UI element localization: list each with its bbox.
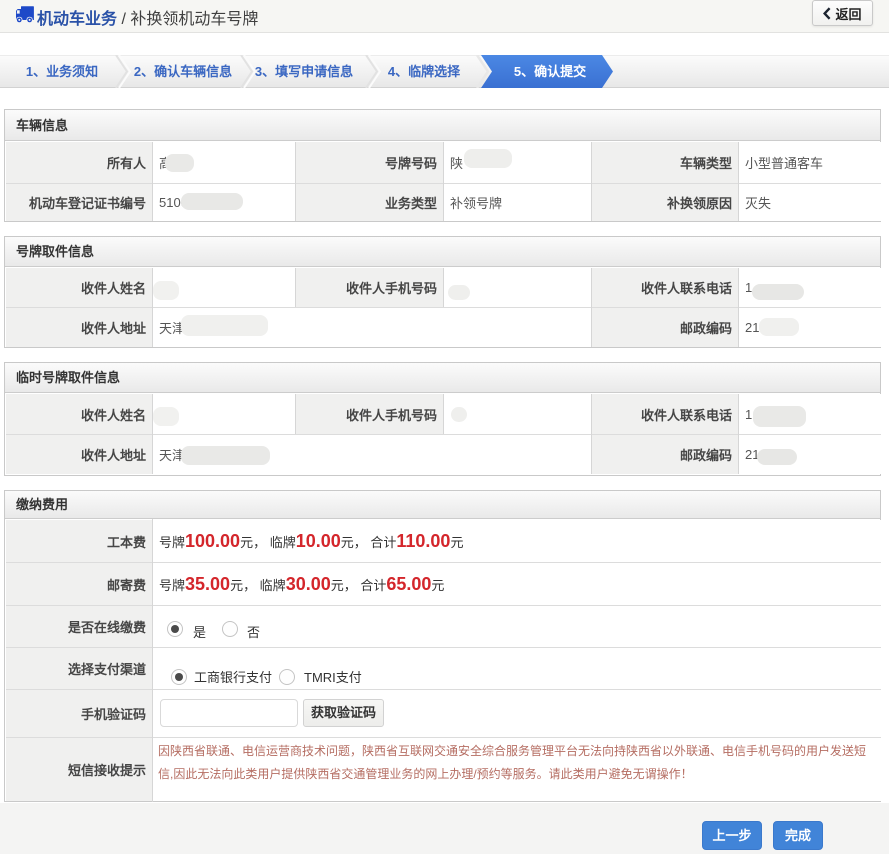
svg-text:2、确认车辆信息: 2、确认车辆信息 (134, 64, 232, 79)
svg-text:4、临牌选择: 4、临牌选择 (388, 64, 461, 79)
svg-text:3、填写申请信息: 3、填写申请信息 (255, 64, 353, 79)
svg-text:1、业务须知: 1、业务须知 (26, 64, 98, 79)
svg-text:5、确认提交: 5、确认提交 (514, 64, 586, 79)
